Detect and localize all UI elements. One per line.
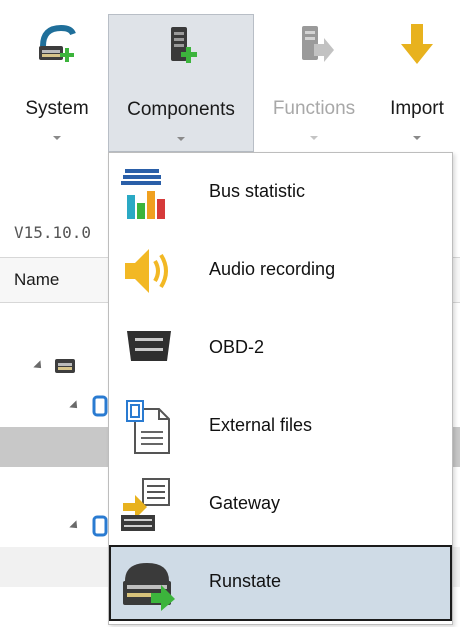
menu-item-gateway[interactable]: Gateway <box>109 467 452 543</box>
chevron-down-icon <box>177 137 185 141</box>
gateway-icon <box>121 478 170 531</box>
menu-item-bus-statistic[interactable]: Bus statistic <box>109 155 452 231</box>
chevron-down-icon <box>413 136 421 140</box>
functions-label: Functions <box>272 98 356 119</box>
speaker-icon <box>125 249 168 293</box>
expand-triangle-icon[interactable] <box>69 520 81 532</box>
component-add-icon <box>171 27 197 63</box>
menu-item-runstate[interactable]: Runstate <box>109 545 452 621</box>
components-dropdown-menu: Bus statistic Audio recording OBD-2 Exte… <box>108 152 453 625</box>
function-arrow-icon <box>302 26 334 62</box>
import-button[interactable]: Import <box>374 14 460 152</box>
version-label: V15.10.0 <box>14 223 92 242</box>
bus-statistic-icon <box>121 169 165 219</box>
ribbon-toolbar: System Components Functions Import <box>0 0 460 175</box>
external-file-icon <box>126 400 170 454</box>
column-name-label: Name <box>14 270 60 289</box>
components-label: Components <box>127 99 235 120</box>
expand-triangle-icon[interactable] <box>33 360 45 372</box>
components-button[interactable]: Components <box>108 14 254 152</box>
import-arrow-icon <box>401 24 433 64</box>
menu-item-external-files[interactable]: External files <box>109 389 452 465</box>
component-node-icon <box>92 515 108 537</box>
import-label: Import <box>390 98 444 119</box>
menu-item-label: Audio recording <box>209 259 336 279</box>
runstate-icon <box>123 563 175 611</box>
menu-item-label: External files <box>209 415 313 435</box>
menu-item-obd-2[interactable]: OBD-2 <box>109 311 452 387</box>
menu-item-label: Bus statistic <box>209 181 306 201</box>
chevron-down-icon <box>53 136 61 140</box>
system-button[interactable]: System <box>8 14 106 152</box>
functions-button[interactable]: Functions <box>258 14 370 152</box>
component-node-icon <box>92 395 108 417</box>
menu-item-label: OBD-2 <box>209 337 265 357</box>
menu-item-label: Runstate <box>209 571 282 591</box>
expand-triangle-icon[interactable] <box>69 400 81 412</box>
system-label: System <box>25 98 89 119</box>
system-add-icon <box>39 24 76 62</box>
system-icon <box>55 359 75 373</box>
menu-item-label: Gateway <box>209 493 281 513</box>
menu-item-audio-recording[interactable]: Audio recording <box>109 233 452 309</box>
chevron-down-icon <box>310 136 318 140</box>
obd-connector-icon <box>127 331 171 361</box>
